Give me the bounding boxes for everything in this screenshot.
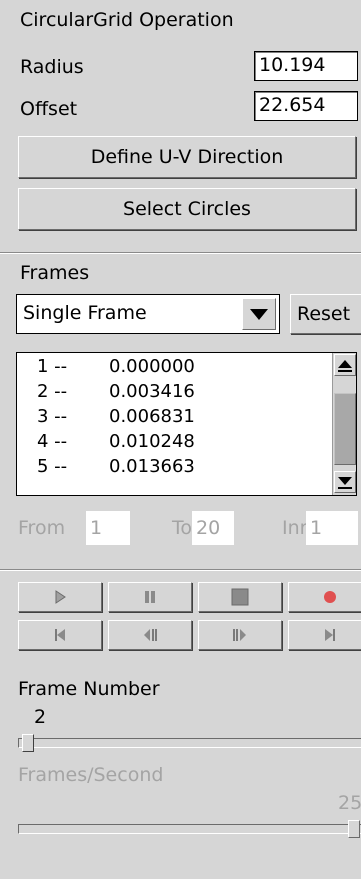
play-icon: [19, 583, 101, 611]
to-label: To: [172, 517, 193, 539]
frame-value: 0.003416: [109, 381, 195, 402]
record-button[interactable]: [288, 582, 361, 612]
fps-value: 25: [338, 792, 361, 814]
pause-icon: [109, 583, 191, 611]
to-field[interactable]: 20: [192, 511, 234, 545]
skip-to-end-icon: [289, 621, 361, 649]
scroll-up-icon[interactable]: [334, 354, 356, 376]
frame-number-slider-thumb[interactable]: [22, 734, 34, 752]
inr-field[interactable]: 1: [306, 511, 358, 545]
step-forward-icon: [199, 621, 281, 649]
record-icon: [289, 583, 361, 611]
frame-mode-select[interactable]: Single Frame: [16, 294, 280, 334]
skip-to-end-button[interactable]: [288, 620, 361, 650]
frame-index: 1 --: [37, 356, 68, 377]
fps-slider-track[interactable]: [18, 824, 361, 834]
inr-label: Inr: [282, 517, 308, 539]
frame-number-slider-track[interactable]: [18, 738, 361, 748]
frame-value: 0.006831: [109, 406, 195, 427]
circulargrid-operation-panel: CircularGrid Operation Radius 10.194 Off…: [0, 0, 361, 248]
pause-button[interactable]: [108, 582, 192, 612]
fps-label: Frames/Second: [18, 764, 164, 786]
play-button[interactable]: [18, 582, 102, 612]
frame-number-value: 2: [34, 706, 47, 728]
define-uv-direction-button[interactable]: Define U-V Direction: [18, 136, 356, 178]
select-circles-button[interactable]: Select Circles: [18, 188, 356, 230]
fps-slider-thumb[interactable]: [348, 820, 360, 838]
radius-field[interactable]: 10.194: [254, 51, 358, 81]
frames-list[interactable]: 1 -- 0.000000 2 -- 0.003416 3 -- 0.006831 4…: [16, 352, 357, 496]
scroll-thumb[interactable]: [334, 393, 356, 465]
frame-index: 2 --: [37, 381, 68, 402]
frame-mode-value: Single Frame: [23, 302, 147, 324]
frame-value: 0.013663: [109, 456, 195, 477]
frames-title: Frames: [20, 262, 90, 284]
panel-title: CircularGrid Operation: [20, 9, 234, 31]
from-label: From: [18, 517, 66, 539]
frames-list-scrollbar[interactable]: [332, 353, 356, 495]
frame-number-label: Frame Number: [18, 678, 160, 700]
frame-value: 0.000000: [109, 356, 195, 377]
skip-to-start-button[interactable]: [18, 620, 102, 650]
offset-field[interactable]: 22.654: [254, 91, 358, 121]
frame-value: 0.010248: [109, 431, 195, 452]
step-back-button[interactable]: [108, 620, 192, 650]
chevron-down-icon[interactable]: [242, 298, 276, 330]
divider: [0, 569, 361, 571]
offset-label: Offset: [20, 98, 78, 120]
divider: [0, 252, 361, 254]
radius-label: Radius: [20, 56, 84, 78]
frame-index: 4 --: [37, 431, 68, 452]
scroll-down-icon[interactable]: [334, 471, 356, 493]
stop-icon: [199, 583, 281, 611]
frame-index: 5 --: [37, 456, 68, 477]
frame-index: 3 --: [37, 406, 68, 427]
step-back-icon: [109, 621, 191, 649]
skip-to-start-icon: [19, 621, 101, 649]
reset-button[interactable]: Reset: [290, 294, 361, 334]
step-forward-button[interactable]: [198, 620, 282, 650]
from-field[interactable]: 1: [86, 511, 130, 545]
stop-button[interactable]: [198, 582, 282, 612]
